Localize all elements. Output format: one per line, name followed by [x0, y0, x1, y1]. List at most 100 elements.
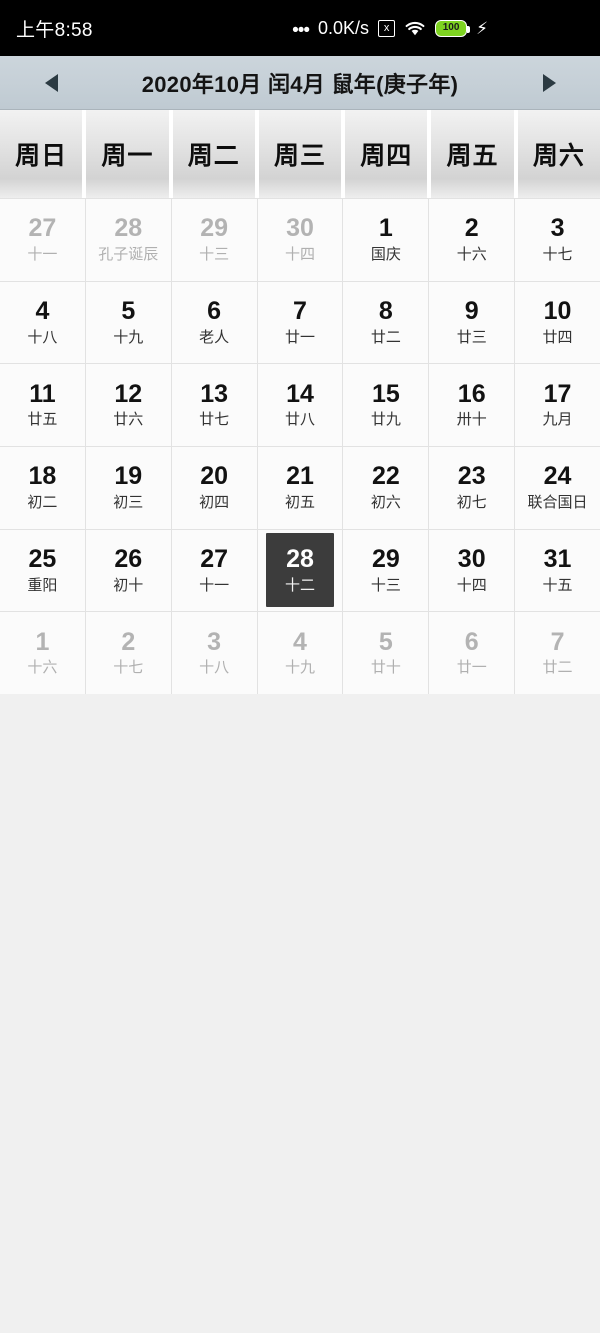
day-lunar-label: 十八 — [199, 659, 230, 677]
calendar-day-cell[interactable]: 20 初四 — [171, 446, 257, 529]
day-lunar-label: 重阳 — [27, 576, 58, 594]
calendar-day-inner: 25 重阳 — [8, 533, 76, 607]
calendar-day-inner: 13 廿七 — [180, 368, 248, 442]
wifi-icon — [404, 20, 426, 37]
calendar-day-cell[interactable]: 30 十四 — [429, 529, 515, 612]
day-lunar-label: 十一 — [27, 246, 58, 264]
calendar-day-cell[interactable]: 29 十三 — [343, 529, 429, 612]
calendar-day-cell[interactable]: 18 初二 — [0, 446, 85, 529]
calendar-day-inner: 5 廿十 — [352, 616, 420, 690]
day-lunar-label: 十七 — [113, 659, 144, 677]
calendar-day-cell[interactable]: 2 十六 — [429, 199, 515, 281]
calendar-day-cell[interactable]: 14 廿八 — [257, 364, 343, 446]
calendar-day-cell[interactable]: 13 廿七 — [171, 364, 257, 446]
calendar-day-inner: 28 孔子诞辰 — [94, 203, 162, 277]
day-number: 7 — [550, 627, 565, 656]
calendar-day-cell[interactable]: 8 廿二 — [343, 281, 429, 364]
calendar-day-inner: 29 十三 — [180, 203, 248, 277]
calendar-day-cell[interactable]: 6 廿一 — [429, 612, 515, 694]
day-number: 22 — [371, 462, 400, 491]
day-lunar-label: 廿六 — [113, 411, 144, 429]
day-lunar-label: 九月 — [542, 411, 573, 429]
calendar-day-inner: 5 十九 — [94, 285, 162, 359]
day-lunar-label: 廿八 — [284, 411, 315, 429]
day-lunar-label: 十三 — [370, 576, 401, 594]
calendar-day-inner: 31 十五 — [524, 533, 592, 607]
calendar-day-cell[interactable]: 6 老人 — [171, 281, 257, 364]
calendar-day-inner: 24 联合国日 — [524, 451, 592, 525]
day-number: 24 — [543, 462, 572, 491]
calendar-day-cell[interactable]: 15 廿九 — [343, 364, 429, 446]
calendar-day-cell[interactable]: 11 廿五 — [0, 364, 85, 446]
day-lunar-label: 廿三 — [456, 328, 487, 346]
no-sim-icon-glyph: x — [378, 19, 396, 37]
calendar-day-cell[interactable]: 7 廿二 — [515, 612, 600, 694]
weekday-label: 周六 — [532, 142, 585, 170]
calendar-day-cell[interactable]: 17 九月 — [515, 364, 600, 446]
calendar-day-cell[interactable]: 3 十八 — [171, 612, 257, 694]
calendar-day-cell[interactable]: 24 联合国日 — [515, 446, 600, 529]
calendar-day-cell[interactable]: 23 初七 — [429, 446, 515, 529]
weekday-header-row: 周日 周一 周二 周三 周四 周五 周六 — [0, 110, 600, 198]
calendar-day-cell[interactable]: 1 十六 — [0, 612, 85, 694]
calendar-day-inner: 4 十九 — [266, 616, 334, 690]
calendar-day-cell[interactable]: 5 十九 — [85, 281, 171, 364]
day-number: 6 — [207, 296, 222, 325]
previous-month-button[interactable] — [34, 66, 68, 100]
calendar-app: 上午8:58 ••• 0.0K/s x 100 ⚡ 2020年10月 闰4月 鼠… — [0, 0, 600, 1333]
calendar-day-cell[interactable]: 3 十七 — [515, 199, 600, 281]
calendar-day-cell[interactable]: 4 十九 — [257, 612, 343, 694]
calendar-day-cell[interactable]: 16 卅十 — [429, 364, 515, 446]
calendar-day-cell[interactable]: 21 初五 — [257, 446, 343, 529]
calendar-day-inner: 9 廿三 — [438, 285, 506, 359]
day-number: 7 — [293, 296, 307, 325]
calendar-day-cell[interactable]: 4 十八 — [0, 281, 85, 364]
calendar-day-cell[interactable]: 7 廿一 — [257, 281, 343, 364]
weekday-header-cell: 周四 — [345, 110, 428, 198]
calendar-day-inner: 15 廿九 — [352, 368, 420, 442]
day-number: 28 — [286, 544, 314, 573]
calendar-day-cell[interactable]: 10 廿四 — [515, 281, 600, 364]
day-number: 12 — [114, 379, 143, 408]
weekday-label: 周一 — [101, 142, 154, 170]
calendar-day-inner: 2 十七 — [94, 616, 162, 690]
calendar-day-cell[interactable]: 29 十三 — [171, 199, 257, 281]
day-number: 31 — [543, 544, 572, 573]
day-lunar-label: 初二 — [27, 494, 58, 512]
calendar-day-inner: 23 初七 — [438, 451, 506, 525]
day-number: 4 — [35, 296, 50, 325]
next-month-button[interactable] — [532, 66, 566, 100]
day-lunar-label: 廿九 — [370, 411, 401, 429]
calendar-day-cell[interactable]: 30 十四 — [257, 199, 343, 281]
day-lunar-label: 廿二 — [542, 659, 573, 677]
calendar-day-cell[interactable]: 2 十七 — [85, 612, 171, 694]
day-number: 14 — [286, 379, 314, 408]
weekday-label: 周四 — [360, 142, 413, 170]
calendar-day-inner: 3 十八 — [180, 616, 248, 690]
calendar-day-cell[interactable]: 12 廿六 — [85, 364, 171, 446]
calendar-day-cell[interactable]: 27 十一 — [171, 529, 257, 612]
calendar-day-cell[interactable]: 1 国庆 — [343, 199, 429, 281]
calendar-day-cell[interactable]: 28 孔子诞辰 — [85, 199, 171, 281]
day-lunar-label: 初四 — [199, 494, 230, 512]
content-area-blank — [0, 694, 600, 1333]
calendar-day-cell[interactable]: 22 初六 — [343, 446, 429, 529]
calendar-day-cell[interactable]: 27 十一 — [0, 199, 85, 281]
calendar-day-cell-selected[interactable]: 28 十二 — [257, 529, 343, 612]
day-number: 8 — [378, 296, 393, 325]
calendar-day-inner: 7 廿二 — [524, 616, 592, 690]
calendar-day-cell[interactable]: 19 初三 — [85, 446, 171, 529]
calendar-day-cell[interactable]: 25 重阳 — [0, 529, 85, 612]
calendar-day-cell[interactable]: 5 廿十 — [343, 612, 429, 694]
calendar-day-inner: 1 十六 — [8, 616, 76, 690]
day-lunar-label: 廿四 — [542, 328, 573, 346]
calendar-day-cell[interactable]: 9 廿三 — [429, 281, 515, 364]
calendar-day-inner: 14 廿八 — [266, 368, 334, 442]
weekday-header-cell: 周二 — [172, 110, 255, 198]
calendar-day-inner: 6 老人 — [180, 285, 248, 359]
calendar-day-cell[interactable]: 26 初十 — [85, 529, 171, 612]
calendar-day-inner: 21 初五 — [266, 451, 334, 525]
calendar-day-inner: 28 十二 — [265, 533, 334, 608]
day-lunar-label: 联合国日 — [527, 494, 588, 512]
calendar-day-cell[interactable]: 31 十五 — [515, 529, 600, 612]
